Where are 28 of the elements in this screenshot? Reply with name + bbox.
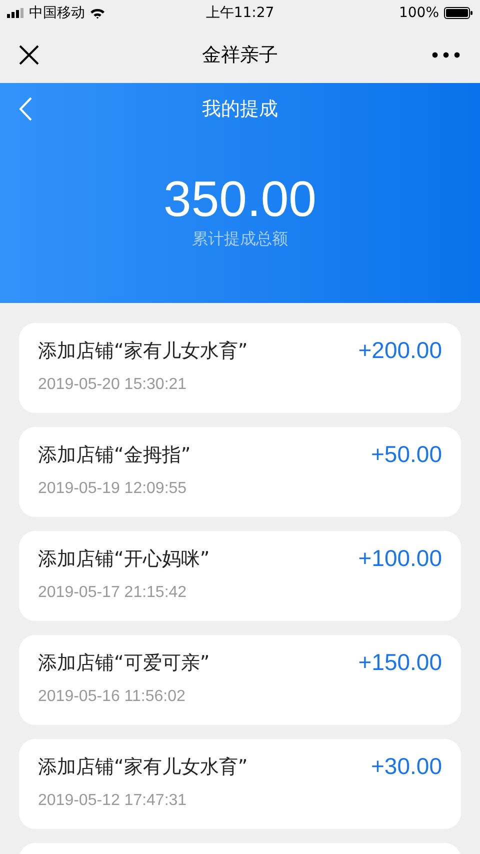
record-amount: +200.00 (358, 337, 442, 364)
back-icon[interactable] (19, 97, 32, 121)
record-amount: +30.00 (371, 753, 442, 780)
section-title: 我的提成 (202, 97, 278, 122)
record-amount: +150.00 (358, 649, 442, 676)
record-time: 2019-05-20 15:30:21 (38, 376, 187, 394)
record-title: 添加店铺“可爱可亲” (38, 650, 210, 676)
record-title: 添加店铺“开心妈咪” (38, 546, 210, 572)
record-amount: +100.00 (358, 545, 442, 572)
carrier-name: 中国移动 (29, 4, 85, 22)
record-time: 2019-05-17 21:15:42 (38, 584, 187, 602)
page-title: 金祥亲子 (202, 42, 278, 68)
close-icon[interactable] (19, 44, 39, 64)
record-title: 添加店铺“家有儿女水育” (38, 754, 248, 780)
total-label: 累计提成总额 (192, 229, 288, 250)
total-amount: 350.00 (164, 171, 316, 227)
wifi-icon (90, 8, 105, 18)
record-time: 2019-05-16 11:56:02 (38, 688, 186, 706)
battery-icon (444, 7, 473, 19)
record-title: 添加店铺“金拇指” (38, 442, 191, 468)
more-icon[interactable] (432, 52, 460, 58)
record-time: 2019-05-12 17:47:31 (38, 792, 187, 810)
record-title: 添加店铺“家有儿女水育” (38, 338, 248, 364)
record-amount: +50.00 (371, 441, 442, 468)
record-time: 2019-05-19 12:09:55 (38, 480, 187, 498)
status-time: 上午11:27 (206, 4, 274, 22)
signal-icon (7, 8, 24, 18)
battery-percent: 100% (398, 5, 439, 21)
